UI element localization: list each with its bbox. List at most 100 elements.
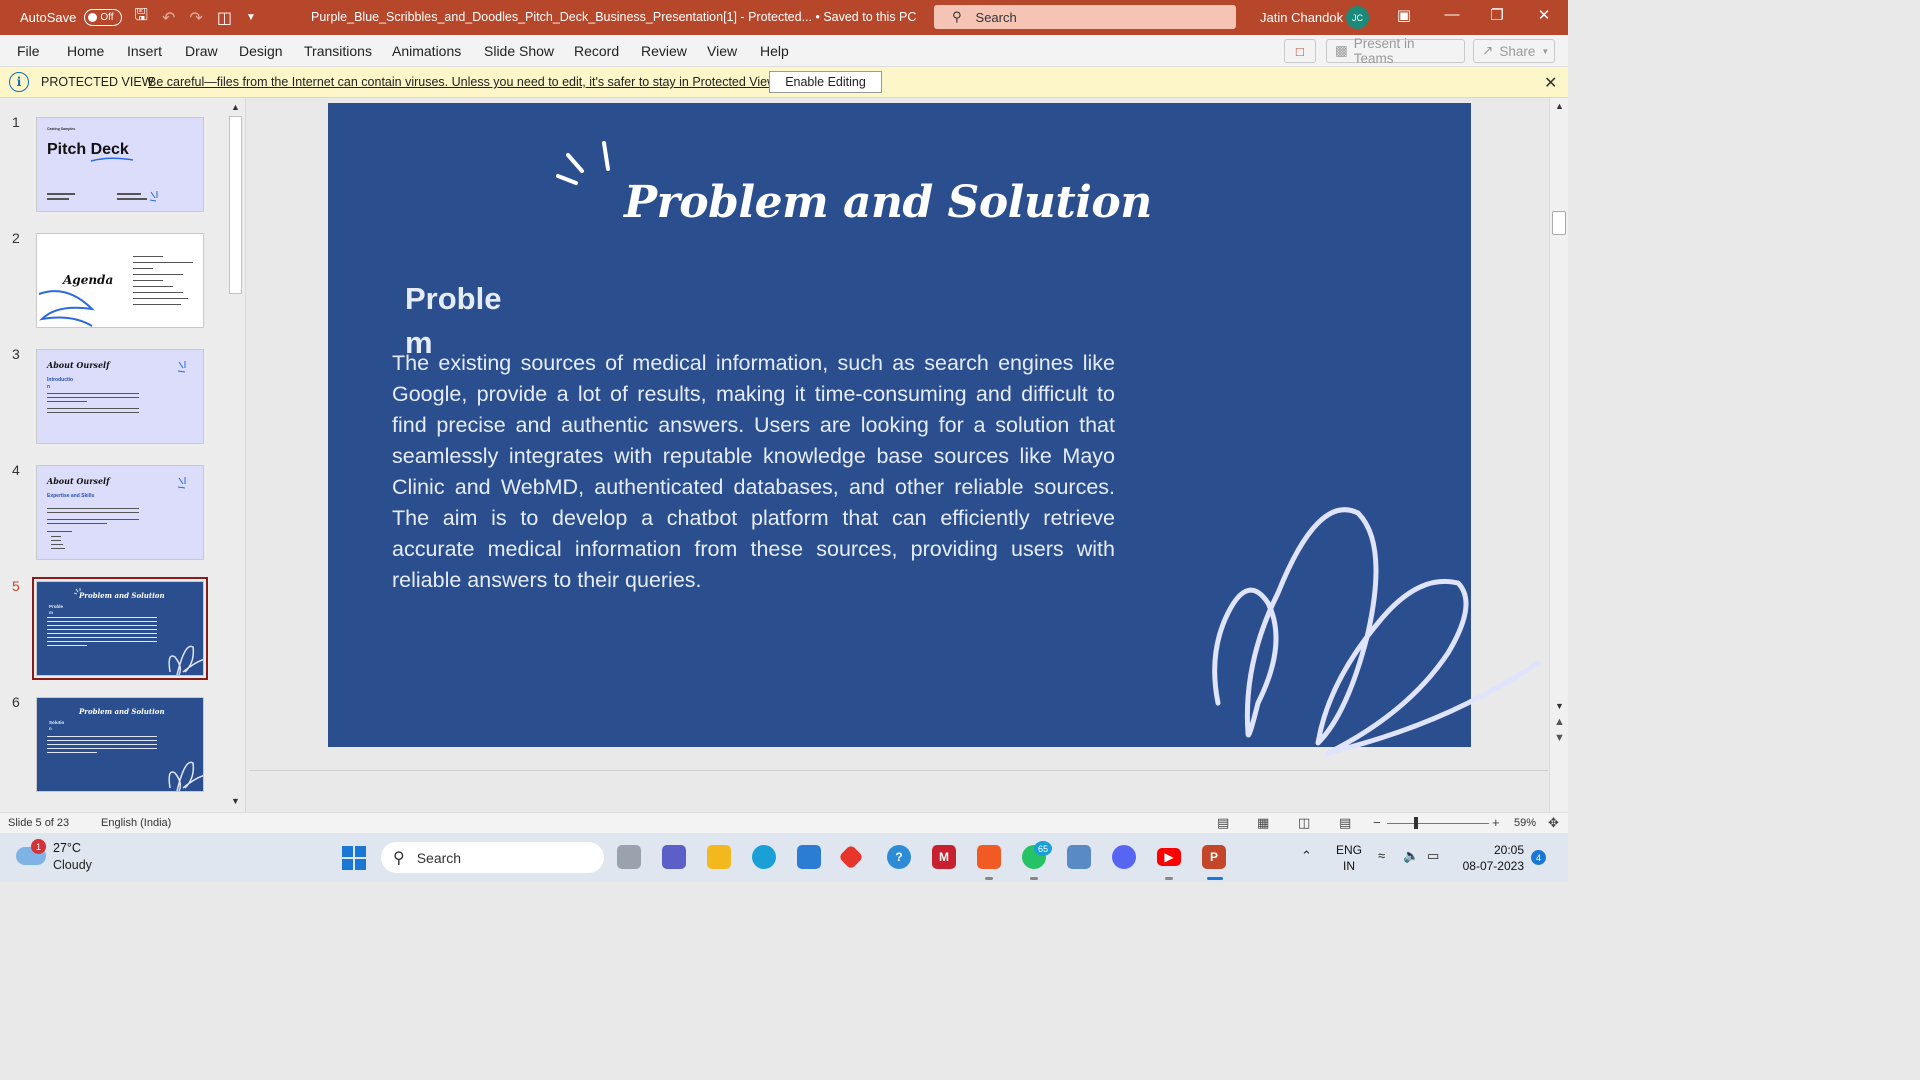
- slide-thumbnail-2[interactable]: Agenda: [36, 233, 204, 328]
- tab-help[interactable]: Help: [760, 43, 789, 59]
- zoom-slider-thumb[interactable]: [1414, 817, 1418, 829]
- normal-view-icon[interactable]: ▤: [1217, 815, 1229, 831]
- wifi-icon[interactable]: ≈: [1378, 848, 1385, 863]
- thumbnail-line: [47, 397, 139, 398]
- reading-view-icon[interactable]: ◫: [1298, 815, 1310, 831]
- tab-file[interactable]: File: [17, 43, 40, 59]
- zoom-in-icon[interactable]: +: [1492, 815, 1500, 830]
- undo-icon[interactable]: ↶: [162, 8, 175, 28]
- discord-icon[interactable]: [1112, 845, 1136, 869]
- enable-editing-button[interactable]: Enable Editing: [769, 71, 882, 93]
- mcafee-icon[interactable]: M: [932, 845, 956, 869]
- scroll-down-icon[interactable]: ▼: [231, 796, 240, 806]
- help-icon[interactable]: ?: [887, 845, 911, 869]
- windows-logo-tile: [355, 859, 366, 870]
- tab-insert[interactable]: Insert: [127, 43, 162, 59]
- minimize-icon[interactable]: —: [1440, 6, 1464, 23]
- save-icon[interactable]: 🖫: [134, 4, 148, 31]
- zoom-level[interactable]: 59%: [1514, 817, 1536, 829]
- slide-thumbnail-1[interactable]: Casting Samples Pitch Deck: [36, 117, 204, 212]
- zoom-out-icon[interactable]: −: [1373, 815, 1381, 830]
- task-view-icon[interactable]: [617, 845, 641, 869]
- thumbnail-line: [51, 536, 61, 537]
- taskbar-search[interactable]: ⚲ Search: [381, 842, 604, 873]
- ribbon-display-icon[interactable]: ▣: [1392, 6, 1416, 24]
- redo-icon[interactable]: ↷: [189, 8, 202, 28]
- zoom-slider[interactable]: [1387, 823, 1489, 824]
- weather-temperature[interactable]: 27°C: [53, 841, 81, 855]
- slide-scrollbar[interactable]: ▲ ▼ ▲ ▼: [1549, 98, 1568, 812]
- user-name[interactable]: Jatin Chandok: [1260, 10, 1343, 25]
- scroll-down-icon[interactable]: ▼: [1555, 701, 1564, 711]
- edge-icon[interactable]: [752, 845, 776, 869]
- scroll-up-icon[interactable]: ▲: [231, 102, 240, 112]
- current-slide[interactable]: Problem and Solution Proble m The existi…: [328, 103, 1541, 756]
- protected-view-label: PROTECTED VIEW: [41, 75, 154, 89]
- tab-slide-show[interactable]: Slide Show: [484, 43, 554, 59]
- present-from-start-icon[interactable]: ◫: [217, 8, 232, 28]
- start-button[interactable]: [342, 846, 366, 870]
- title-search-box[interactable]: ⚲ Search: [934, 5, 1236, 29]
- weather-condition[interactable]: Cloudy: [53, 858, 92, 872]
- language-indicator[interactable]: English (India): [101, 817, 171, 829]
- slide-thumbnail-4[interactable]: About Ourself Expertise and Skills: [36, 465, 204, 560]
- tab-design[interactable]: Design: [239, 43, 283, 59]
- file-explorer-icon[interactable]: [707, 845, 731, 869]
- scroll-up-icon[interactable]: ▲: [1555, 101, 1564, 111]
- autosave-toggle[interactable]: Off: [84, 9, 123, 26]
- present-in-teams-button[interactable]: ▩ Present in Teams: [1326, 36, 1465, 66]
- scrollbar-thumb[interactable]: [229, 116, 242, 294]
- tab-home[interactable]: Home: [67, 43, 104, 59]
- volume-icon[interactable]: 🔈: [1403, 848, 1419, 864]
- slide-show-icon[interactable]: ▤: [1339, 815, 1351, 831]
- search-icon: ⚲: [952, 9, 962, 24]
- running-indicator: [1030, 877, 1038, 880]
- slide-body-text[interactable]: The existing sources of medical informat…: [392, 348, 1115, 596]
- thumbnail-number: 6: [12, 694, 20, 710]
- doodle-icon: [149, 191, 158, 202]
- customize-toolbar-icon[interactable]: ▼: [246, 12, 256, 23]
- autosave-state: Off: [100, 12, 114, 23]
- slide-thumbnail-3[interactable]: About Ourself Introductio n: [36, 349, 204, 444]
- thumbnail-scrollbar[interactable]: ▲ ▼: [228, 100, 244, 810]
- thumbnail-title: Problem and Solution: [79, 591, 165, 600]
- windows-logo-tile: [355, 846, 366, 857]
- restore-icon[interactable]: ❐: [1485, 6, 1509, 24]
- language-switcher[interactable]: ENG IN: [1336, 842, 1362, 874]
- thumbnail-line: [47, 531, 72, 532]
- protected-view-message[interactable]: Be careful—files from the Internet can c…: [148, 75, 779, 89]
- slide-thumbnail-6[interactable]: Problem and Solution Solutio n: [36, 697, 204, 792]
- previous-slide-icon[interactable]: ▲: [1554, 716, 1565, 728]
- avatar[interactable]: JC: [1346, 6, 1369, 29]
- slide-thumbnail-5[interactable]: Problem and Solution Proble m: [32, 577, 208, 680]
- tab-record[interactable]: Record: [574, 43, 619, 59]
- clock-date: 08-07-2023: [1462, 859, 1524, 873]
- tab-view[interactable]: View: [707, 43, 737, 59]
- tab-transitions[interactable]: Transitions: [304, 43, 372, 59]
- brave-icon[interactable]: [977, 845, 1001, 869]
- photos-icon[interactable]: [1067, 845, 1091, 869]
- close-icon[interactable]: ✕: [1544, 73, 1557, 93]
- app-diamond-icon[interactable]: [838, 844, 864, 870]
- slide-sorter-icon[interactable]: ▦: [1257, 815, 1269, 831]
- close-icon[interactable]: ✕: [1532, 6, 1556, 24]
- comments-icon[interactable]: □: [1284, 39, 1316, 63]
- thumbnail-line: [133, 268, 153, 269]
- scrollbar-thumb[interactable]: [1552, 211, 1566, 235]
- thumbnail-line: [133, 262, 193, 263]
- slide-title[interactable]: Problem and Solution: [624, 177, 1224, 228]
- chevron-up-icon[interactable]: ⌃: [1301, 848, 1312, 864]
- powerpoint-icon[interactable]: P: [1202, 845, 1226, 869]
- fit-to-window-icon[interactable]: ✥: [1548, 815, 1559, 831]
- next-slide-icon[interactable]: ▼: [1554, 732, 1565, 744]
- battery-icon[interactable]: ▭: [1427, 848, 1439, 864]
- teams-chat-icon[interactable]: [662, 845, 686, 869]
- youtube-icon[interactable]: ▶: [1157, 848, 1181, 866]
- tab-review[interactable]: Review: [641, 43, 687, 59]
- share-button[interactable]: ↗ Share ▼: [1473, 39, 1555, 63]
- notification-badge[interactable]: 4: [1531, 850, 1546, 865]
- store-icon[interactable]: [797, 845, 821, 869]
- system-clock[interactable]: 20:05 08-07-2023: [1460, 842, 1524, 874]
- tab-animations[interactable]: Animations: [392, 43, 461, 59]
- tab-draw[interactable]: Draw: [185, 43, 218, 59]
